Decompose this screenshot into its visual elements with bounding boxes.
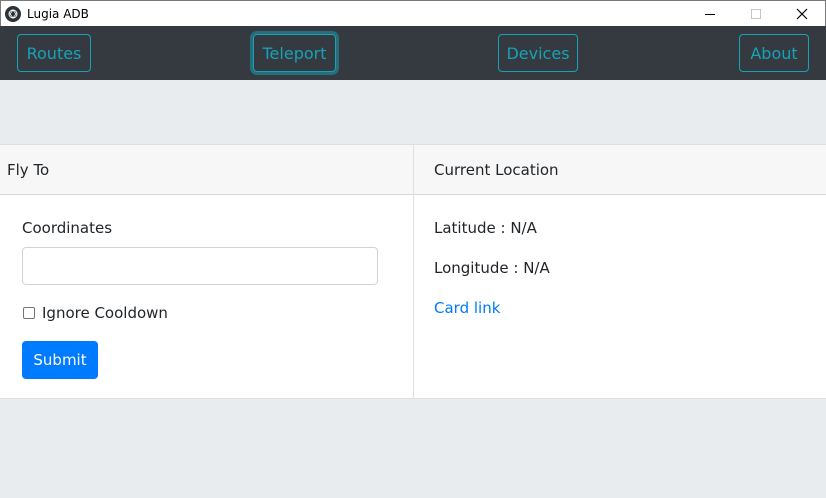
longitude-text: Longitude : N/A xyxy=(434,259,550,277)
fly-to-header: Fly To xyxy=(0,145,413,195)
window-titlebar: Lugia ADB xyxy=(0,0,826,26)
ignore-cooldown-label[interactable]: Ignore Cooldown xyxy=(42,304,168,322)
nav-about-button[interactable]: About xyxy=(739,34,809,72)
app-logo-icon xyxy=(5,5,21,22)
close-button[interactable] xyxy=(779,1,825,27)
nav-routes-button[interactable]: Routes xyxy=(17,34,91,72)
ignore-cooldown-row[interactable]: Ignore Cooldown xyxy=(23,304,168,322)
minimize-button[interactable] xyxy=(687,1,733,27)
card-link[interactable]: Card link xyxy=(434,299,500,317)
close-icon xyxy=(796,8,808,20)
ignore-cooldown-checkbox[interactable] xyxy=(23,307,35,319)
window-title: Lugia ADB xyxy=(27,6,89,21)
latitude-text: Latitude : N/A xyxy=(434,219,537,237)
minimize-icon xyxy=(705,13,715,15)
top-navbar: Routes Teleport Devices About xyxy=(0,26,826,80)
coordinates-input[interactable] xyxy=(22,247,378,285)
current-location-header: Current Location xyxy=(414,145,826,195)
coordinates-label: Coordinates xyxy=(22,219,113,237)
window-controls xyxy=(687,1,825,27)
maximize-button[interactable] xyxy=(733,1,779,27)
nav-devices-button[interactable]: Devices xyxy=(498,34,578,72)
fly-to-card: Fly To Coordinates Ignore Cooldown Submi… xyxy=(0,144,414,399)
current-location-card: Current Location Latitude : N/A Longitud… xyxy=(413,144,826,399)
maximize-icon xyxy=(751,9,761,19)
submit-button[interactable]: Submit xyxy=(22,341,98,379)
nav-teleport-button[interactable]: Teleport xyxy=(253,34,336,72)
